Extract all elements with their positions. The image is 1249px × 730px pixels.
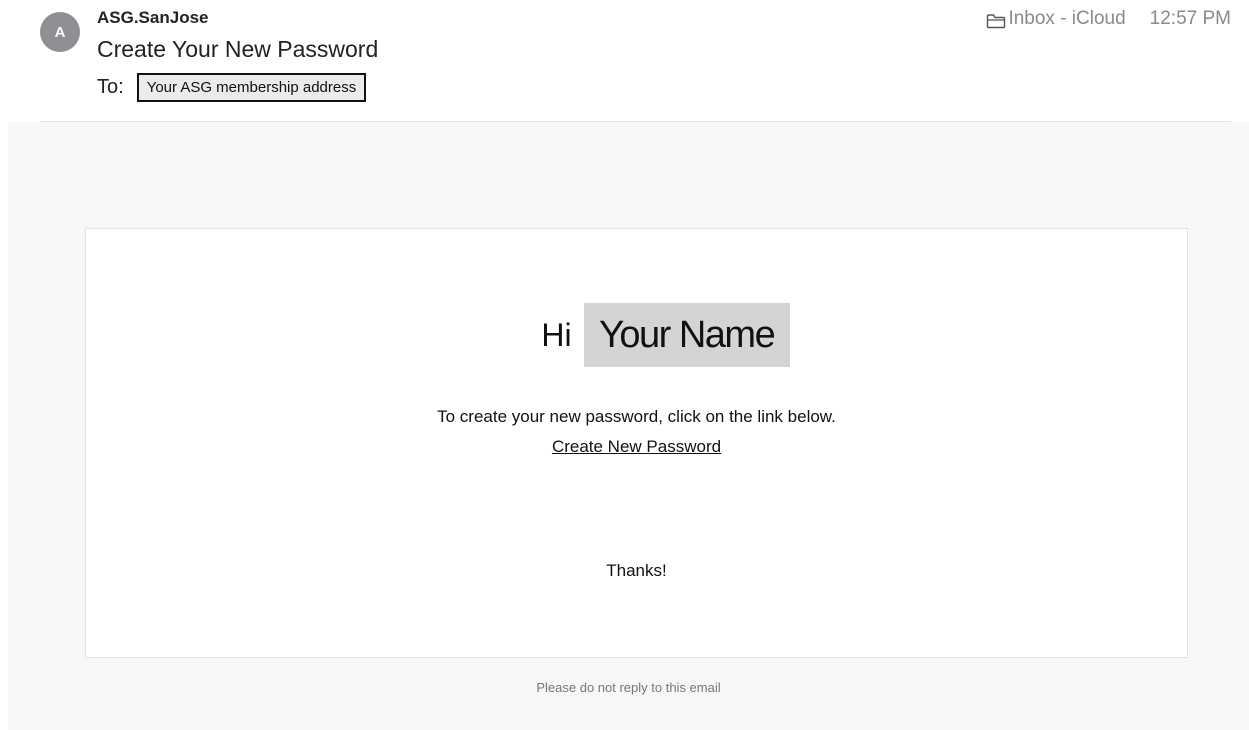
closing-text: Thanks! <box>606 561 667 580</box>
link-row: Create New Password <box>86 437 1187 457</box>
mailbox-name[interactable]: Inbox - iCloud <box>1008 8 1125 30</box>
create-password-link[interactable]: Create New Password <box>552 437 721 456</box>
message-card: Hi Your Name To create your new password… <box>85 228 1188 658</box>
to-label: To: <box>97 76 124 98</box>
email-meta: Inbox - iCloud 12:57 PM <box>986 8 1231 30</box>
greeting: Hi Your Name <box>86 303 1187 367</box>
folder-icon <box>986 13 1006 29</box>
email-body: Hi Your Name To create your new password… <box>8 122 1249 730</box>
greeting-text: Hi <box>541 316 572 353</box>
email-header: A ASG.SanJose Create Your New Password T… <box>0 0 1249 122</box>
email-subject: Create Your New Password <box>97 36 379 62</box>
recipient-row: To: Your ASG membership address <box>97 73 367 102</box>
received-time: 12:57 PM <box>1149 8 1231 29</box>
footer-note: Please do not reply to this email <box>536 680 721 695</box>
sender-avatar: A <box>40 12 80 52</box>
instruction-text: To create your new password, click on th… <box>437 407 836 426</box>
sender-name: ASG.SanJose <box>97 8 209 27</box>
name-placeholder: Your Name <box>583 303 790 367</box>
recipient-address[interactable]: Your ASG membership address <box>136 73 367 102</box>
